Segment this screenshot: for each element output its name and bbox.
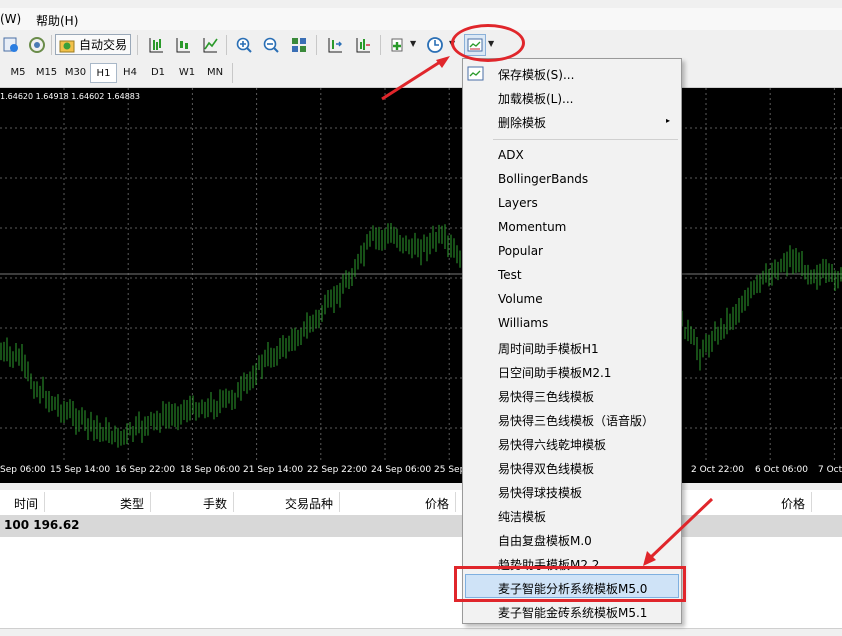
history-center-icon[interactable] — [0, 34, 22, 56]
period-h1[interactable]: H1 — [90, 63, 117, 83]
menu-template-item[interactable]: 周时间助手模板H1 — [498, 340, 599, 357]
col-symbol[interactable]: 交易品种 — [285, 495, 333, 512]
menu-template-item[interactable]: Test — [498, 268, 522, 282]
time-label: 24 Sep 06:00 — [371, 465, 432, 475]
time-label: 21 Sep 14:00 — [243, 465, 304, 475]
period-m5[interactable]: M5 — [6, 63, 30, 83]
time-label: 2 Oct 22:00 — [691, 465, 744, 475]
time-label: 7 Oct — [818, 465, 842, 475]
period-w1[interactable]: W1 — [174, 63, 200, 83]
col-type[interactable]: 类型 — [120, 495, 144, 512]
menu-template-item[interactable]: 易快得三色线模板 — [498, 388, 594, 405]
save-template-icon — [467, 65, 485, 86]
time-label: 16 Sep 22:00 — [115, 465, 176, 475]
periods-clock-icon[interactable] — [424, 34, 446, 56]
menu-help[interactable]: 帮助(H) — [36, 12, 78, 29]
col-time[interactable]: 时间 — [14, 495, 38, 512]
menu-window[interactable]: (W) — [0, 12, 21, 26]
annotation-box — [454, 566, 686, 602]
menu-template-item[interactable]: ADX — [498, 148, 524, 162]
time-label: 22 Sep 22:00 — [307, 465, 368, 475]
menu-template-item[interactable]: Williams — [498, 316, 548, 330]
menu-template-item[interactable]: Layers — [498, 196, 538, 210]
indicators-icon[interactable] — [387, 34, 409, 56]
indicators-dropdown-icon[interactable]: ▼ — [410, 39, 416, 48]
time-label: 15 Sep 14:00 — [50, 465, 111, 475]
col-price-2[interactable]: 价格 — [781, 495, 805, 512]
period-m30[interactable]: M30 — [62, 63, 89, 83]
menu-load-template[interactable]: 加载模板(L)... — [498, 90, 574, 107]
menu-template-item[interactable]: 麦子智能金砖系统模板M5.1 — [498, 604, 647, 621]
menu-template-item[interactable]: BollingerBands — [498, 172, 588, 186]
chart-canvas[interactable] — [0, 88, 842, 483]
time-label: 6 Oct 06:00 — [755, 465, 808, 475]
time-label: 18 Sep 06:00 — [180, 465, 241, 475]
period-bar: M5 M15 M30 H1 H4 D1 W1 MN — [0, 60, 842, 88]
menu-template-item[interactable]: Volume — [498, 292, 543, 306]
chart-shift-icon[interactable] — [324, 34, 346, 56]
menu-template-item[interactable]: 自由复盘模板M.0 — [498, 532, 592, 549]
col-price[interactable]: 价格 — [425, 495, 449, 512]
menu-template-item[interactable]: 纯洁模板 — [498, 508, 546, 525]
menu-template-item[interactable]: 易快得三色线模板（语音版） — [498, 412, 654, 429]
toolbar: 自动交易 ▼ ▼ ▼ — [0, 30, 842, 61]
balance-row: 100 196.62 — [0, 515, 842, 537]
tile-windows-icon[interactable] — [288, 34, 310, 56]
zoom-in-icon[interactable] — [233, 34, 255, 56]
menu-template-item[interactable]: 日空间助手模板M2.1 — [498, 364, 611, 381]
signal-icon[interactable] — [26, 34, 48, 56]
autoscroll-icon[interactable] — [352, 34, 374, 56]
terminal-body — [0, 537, 842, 628]
menu-template-item[interactable]: 易快得球技模板 — [498, 484, 582, 501]
auto-trade-button[interactable]: 自动交易 — [55, 34, 131, 55]
line-chart-icon[interactable] — [199, 34, 221, 56]
menu-template-item[interactable]: Momentum — [498, 220, 566, 234]
time-label: 25 Sep — [434, 465, 466, 475]
period-h4[interactable]: H4 — [118, 63, 142, 83]
menu-template-item[interactable]: 易快得双色线模板 — [498, 460, 594, 477]
submenu-arrow-icon: ▸ — [666, 116, 671, 125]
bar-chart-icon[interactable] — [145, 34, 167, 56]
period-d1[interactable]: D1 — [146, 63, 170, 83]
annotation-circle — [451, 24, 525, 62]
auto-trade-icon — [59, 40, 75, 52]
time-label: Sep 06:00 — [0, 465, 46, 475]
period-mn[interactable]: MN — [202, 63, 228, 83]
templates-dropdown-menu: 保存模板(S)... 加载模板(L)... 删除模板 ▸ ADX Bollinge… — [462, 58, 682, 624]
candlestick-icon[interactable] — [172, 34, 194, 56]
ohlc-readout: 1.64620 1.64918 1.64602 1.64883 — [0, 92, 140, 101]
zoom-out-icon[interactable] — [260, 34, 282, 56]
menu-bar: (W) 帮助(H) — [0, 8, 842, 30]
menu-template-item[interactable]: 易快得六线乾坤模板 — [498, 436, 606, 453]
time-axis: Sep 06:00 15 Sep 14:00 16 Sep 22:00 18 S… — [0, 463, 842, 483]
auto-trade-label: 自动交易 — [79, 38, 128, 52]
menu-save-template[interactable]: 保存模板(S)... — [498, 66, 574, 83]
balance-value: 100 196.62 — [4, 518, 80, 532]
menu-template-item[interactable]: Popular — [498, 244, 543, 258]
period-m15[interactable]: M15 — [33, 63, 60, 83]
price-chart[interactable]: 1.64620 1.64918 1.64602 1.64883 Sep 06:0… — [0, 88, 842, 483]
terminal-header: 时间 类型 手数 交易品种 价格 价格 — [0, 490, 842, 516]
col-lots[interactable]: 手数 — [203, 495, 227, 512]
menu-delete-template[interactable]: 删除模板 — [498, 114, 546, 131]
